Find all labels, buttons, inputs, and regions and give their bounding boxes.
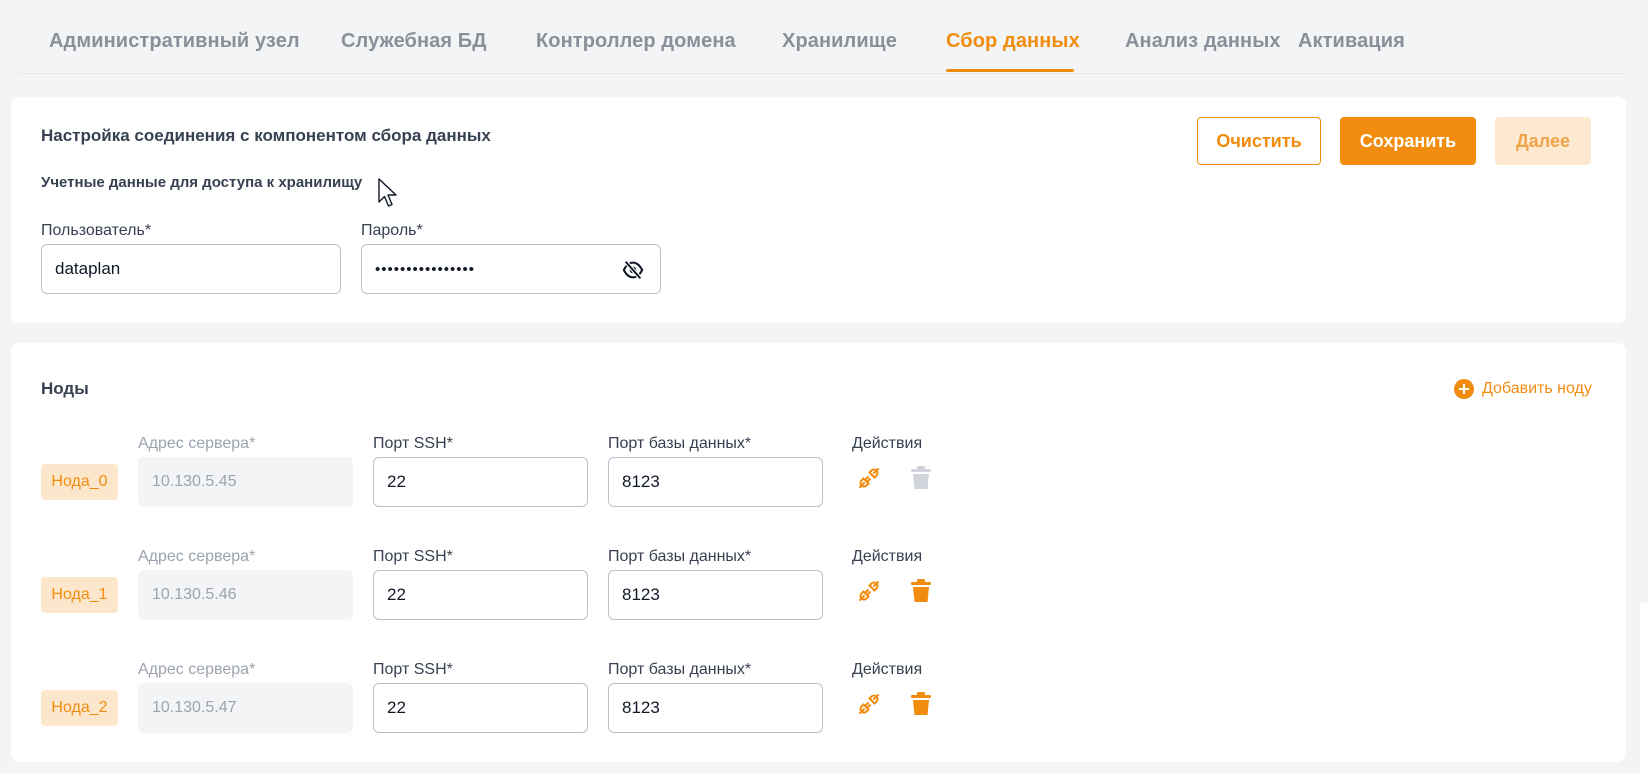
- db-port-label: Порт базы данных*: [608, 435, 752, 452]
- db-port-label: Порт базы данных*: [608, 661, 752, 678]
- address-value: 10.130.5.46: [152, 586, 237, 603]
- plug-icon[interactable]: [857, 579, 881, 603]
- save-button[interactable]: Сохранить: [1340, 117, 1476, 165]
- db-port-label: Порт базы данных*: [608, 548, 752, 565]
- db-port-input[interactable]: 8123: [608, 457, 823, 507]
- user-value: dataplan: [55, 259, 121, 278]
- plus-circle-icon: [1454, 379, 1474, 399]
- ssh-port-label: Порт SSH*: [373, 435, 453, 452]
- address-input: 10.130.5.47: [138, 683, 353, 733]
- trash-icon[interactable]: [910, 692, 934, 716]
- next-button[interactable]: Далее: [1495, 117, 1591, 165]
- node-badge: Нода_0: [41, 464, 118, 500]
- address-label: Адрес сервера*: [138, 435, 256, 452]
- user-input[interactable]: dataplan: [41, 244, 341, 294]
- ssh-port-input[interactable]: 22: [373, 457, 588, 507]
- node-badge: Нода_1: [41, 577, 118, 613]
- actions-label: Действия: [852, 548, 923, 565]
- ssh-port-input[interactable]: 22: [373, 570, 588, 620]
- actions-label: Действия: [852, 435, 923, 452]
- connection-settings-card: Настройка соединения с компонентом сбора…: [11, 97, 1626, 323]
- clear-button[interactable]: Очистить: [1197, 117, 1321, 165]
- address-value: 10.130.5.45: [152, 473, 237, 490]
- address-label: Адрес сервера*: [138, 548, 256, 565]
- tab-admin-node[interactable]: Административный узел: [49, 30, 300, 53]
- active-tab-indicator: [946, 69, 1074, 72]
- mouse-cursor-icon: [378, 178, 398, 208]
- tab-activation[interactable]: Активация: [1298, 30, 1405, 53]
- nodes-card: Ноды Добавить ноду Нода_0 Адрес сервера*…: [11, 343, 1626, 762]
- user-label: Пользователь*: [41, 222, 152, 239]
- password-label: Пароль*: [361, 222, 423, 239]
- add-node-label: Добавить ноду: [1482, 380, 1592, 397]
- tab-storage[interactable]: Хранилище: [782, 30, 897, 53]
- tab-data-analysis[interactable]: Анализ данных: [1125, 30, 1281, 53]
- tab-domain-controller[interactable]: Контроллер домена: [536, 30, 736, 53]
- address-input: 10.130.5.45: [138, 457, 353, 507]
- tab-bar: Административный узел Служебная БД Контр…: [20, 0, 1626, 74]
- plug-icon[interactable]: [857, 692, 881, 716]
- trash-icon[interactable]: [910, 579, 934, 603]
- connection-title: Настройка соединения с компонентом сбора…: [41, 126, 491, 145]
- db-port-value: 8123: [622, 585, 660, 604]
- nodes-title: Ноды: [41, 379, 89, 398]
- tab-service-db[interactable]: Служебная БД: [341, 30, 487, 53]
- password-value: ••••••••••••••••: [375, 260, 476, 278]
- db-port-value: 8123: [622, 472, 660, 491]
- ssh-port-label: Порт SSH*: [373, 661, 453, 678]
- add-node-button[interactable]: Добавить ноду: [1454, 379, 1592, 399]
- ssh-port-value: 22: [387, 698, 406, 717]
- address-label: Адрес сервера*: [138, 661, 256, 678]
- address-input: 10.130.5.46: [138, 570, 353, 620]
- db-port-value: 8123: [622, 698, 660, 717]
- plug-icon[interactable]: [857, 466, 881, 490]
- trash-icon[interactable]: [910, 466, 934, 490]
- actions-label: Действия: [852, 661, 923, 678]
- tab-data-collection[interactable]: Сбор данных: [946, 30, 1080, 53]
- ssh-port-label: Порт SSH*: [373, 548, 453, 565]
- ssh-port-value: 22: [387, 585, 406, 604]
- scroll-strip: [1640, 603, 1648, 773]
- address-value: 10.130.5.47: [152, 699, 237, 716]
- ssh-port-input[interactable]: 22: [373, 683, 588, 733]
- ssh-port-value: 22: [387, 472, 406, 491]
- password-input[interactable]: ••••••••••••••••: [361, 244, 661, 294]
- credentials-subtitle: Учетные данные для доступа к хранилищу: [41, 174, 363, 191]
- db-port-input[interactable]: 8123: [608, 570, 823, 620]
- eye-off-icon[interactable]: [622, 260, 644, 280]
- db-port-input[interactable]: 8123: [608, 683, 823, 733]
- node-badge: Нода_2: [41, 690, 118, 726]
